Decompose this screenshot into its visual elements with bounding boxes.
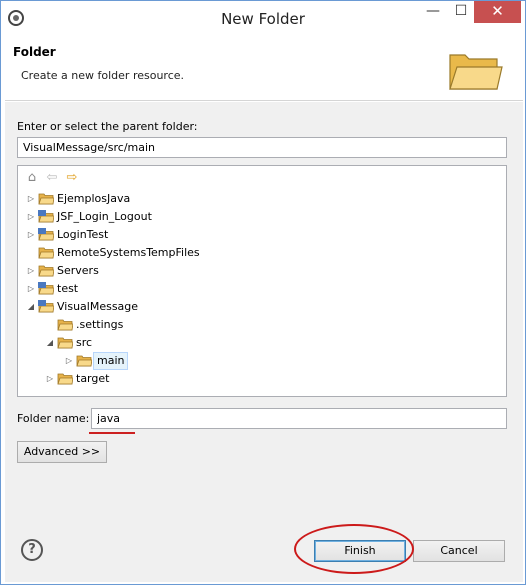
tree-item[interactable]: ▷ EjemplosJava xyxy=(26,190,326,208)
tree-expander-icon[interactable]: ◢ xyxy=(26,298,36,316)
tree-item-label: src xyxy=(76,336,93,349)
minimize-button[interactable]: — xyxy=(420,1,446,23)
wizard-content: Enter or select the parent folder: ⌂ ⇦ ⇨… xyxy=(5,102,523,582)
tree-expander-icon[interactable]: ▷ xyxy=(64,352,74,370)
annotation-circle xyxy=(294,524,414,574)
tree-item[interactable]: ▷ Servers xyxy=(26,262,326,280)
tree-item-label: VisualMessage xyxy=(57,300,139,313)
tree-expander-icon[interactable]: ▷ xyxy=(26,208,36,226)
folder-icon xyxy=(76,355,92,367)
tree-item[interactable]: ◢ src xyxy=(45,334,345,352)
back-icon[interactable]: ⇦ xyxy=(44,170,60,186)
tree-item-label: Servers xyxy=(57,264,99,277)
folder-icon xyxy=(38,247,54,259)
tree-item-label: .settings xyxy=(76,318,124,331)
tree-item-label: EjemplosJava xyxy=(57,192,131,205)
project-folder-icon xyxy=(38,228,54,241)
forward-icon[interactable]: ⇨ xyxy=(64,170,80,186)
project-tree[interactable]: ⌂ ⇦ ⇨ ▷ EjemplosJava ▷ JSF_Login_Logout ▷ Log… xyxy=(17,165,507,397)
folder-banner-icon xyxy=(449,54,503,90)
tree-item-label: target xyxy=(76,372,110,385)
tree-item[interactable]: ▷ main xyxy=(64,352,364,370)
title-bar[interactable]: New Folder — ☐ ✕ xyxy=(1,1,525,35)
tree-expander-icon[interactable]: ▷ xyxy=(26,190,36,208)
tree-item-label: JSF_Login_Logout xyxy=(57,210,152,223)
tree-expander-icon[interactable]: ▷ xyxy=(45,370,55,388)
close-button[interactable]: ✕ xyxy=(474,1,521,23)
parent-folder-label: Enter or select the parent folder: xyxy=(17,120,198,133)
tree-expander-icon[interactable]: ▷ xyxy=(26,226,36,244)
home-icon[interactable]: ⌂ xyxy=(24,170,40,186)
tree-item[interactable]: ▷ JSF_Login_Logout xyxy=(26,208,326,226)
project-folder-icon xyxy=(38,300,54,313)
folder-icon xyxy=(38,193,54,205)
tree-item[interactable]: ▷ target xyxy=(45,370,345,388)
wizard-header: Folder Create a new folder resource. xyxy=(5,35,523,101)
wizard-page-description: Create a new folder resource. xyxy=(21,69,185,82)
tree-item-label: test xyxy=(57,282,79,295)
folder-name-input[interactable] xyxy=(91,408,507,429)
folder-name-label: Folder name: xyxy=(17,412,90,425)
tree-item[interactable]: ▷ LoginTest xyxy=(26,226,326,244)
tree-item[interactable]: .settings xyxy=(45,316,345,334)
new-folder-dialog: New Folder — ☐ ✕ Folder Create a new fol… xyxy=(0,0,526,585)
tree-item-label: LoginTest xyxy=(57,228,109,241)
tree-item-label: main xyxy=(93,352,129,370)
folder-icon xyxy=(57,319,73,331)
tree-expander-icon[interactable]: ▷ xyxy=(26,262,36,280)
tree-item-label: RemoteSystemsTempFiles xyxy=(57,246,200,259)
tree-expander-icon[interactable]: ▷ xyxy=(26,280,36,298)
annotation-underline xyxy=(89,432,135,434)
tree-expander-icon[interactable]: ◢ xyxy=(45,334,55,352)
folder-icon xyxy=(57,373,73,385)
cancel-button[interactable]: Cancel xyxy=(413,540,505,562)
project-folder-icon xyxy=(38,282,54,295)
parent-folder-input[interactable] xyxy=(17,137,507,158)
tree-item[interactable]: ▷ test xyxy=(26,280,326,298)
tree-item[interactable]: ◢ VisualMessage xyxy=(26,298,326,316)
wizard-page-title: Folder xyxy=(13,45,56,59)
folder-icon xyxy=(38,265,54,277)
folder-icon xyxy=(57,337,73,349)
maximize-button[interactable]: ☐ xyxy=(448,1,474,23)
help-icon[interactable]: ? xyxy=(21,539,43,561)
tree-item[interactable]: RemoteSystemsTempFiles xyxy=(26,244,326,262)
window-title: New Folder xyxy=(221,10,305,28)
advanced-button[interactable]: Advanced >> xyxy=(17,441,107,463)
project-folder-icon xyxy=(38,210,54,223)
